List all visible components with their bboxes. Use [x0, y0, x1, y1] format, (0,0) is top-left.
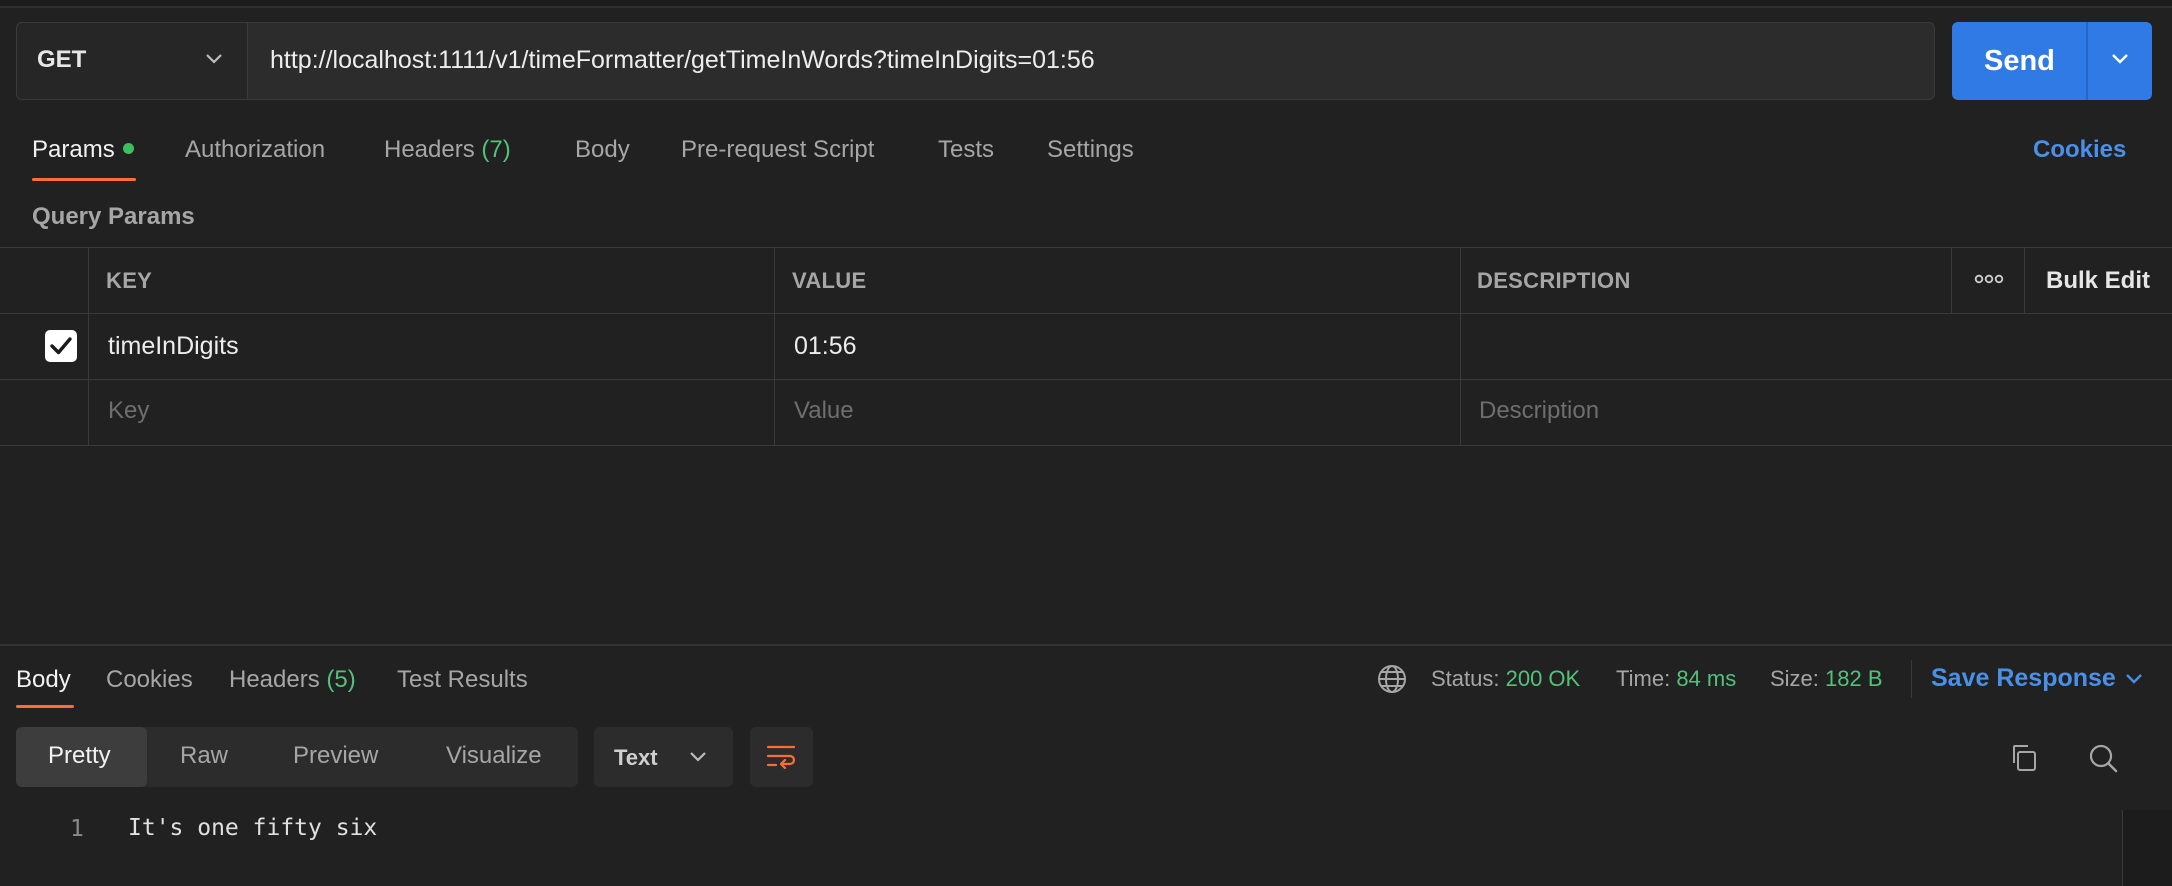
view-mode-visualize[interactable]: Visualize [446, 742, 542, 770]
view-mode-preview[interactable]: Preview [293, 742, 378, 770]
url-text: http://localhost:1111/v1/timeFormatter/g… [270, 46, 1095, 74]
response-pane-divider[interactable] [0, 644, 2172, 646]
table-bottom-border [0, 445, 2172, 446]
status-divider [1911, 660, 1912, 698]
checkmark-icon [50, 337, 72, 355]
view-mode-pretty[interactable]: Pretty [48, 742, 111, 770]
send-button-label: Send [1984, 45, 2055, 77]
tab-params[interactable]: Params [32, 136, 115, 164]
active-tab-indicator [32, 178, 136, 181]
column-divider [88, 247, 89, 445]
cookies-link[interactable]: Cookies [2033, 136, 2126, 164]
copy-icon[interactable] [2008, 742, 2040, 779]
view-mode-raw[interactable]: Raw [180, 742, 228, 770]
time-indicator: Time: 84 ms [1616, 666, 1736, 692]
format-select-label: Text [614, 745, 658, 770]
size-indicator: Size: 182 B [1770, 666, 1883, 692]
time-value: 84 ms [1676, 666, 1737, 691]
response-body-line: It's one fifty six [128, 815, 378, 841]
more-horizontal-icon[interactable] [1974, 272, 2004, 291]
table-row-border [0, 379, 2172, 380]
globe-icon[interactable] [1376, 663, 1408, 700]
save-response-button[interactable]: Save Response [1931, 664, 2116, 693]
chevron-down-icon [2110, 52, 2130, 71]
tab-authorization[interactable]: Authorization [185, 136, 325, 164]
size-value: 182 B [1825, 666, 1883, 691]
method-label: GET [37, 46, 87, 73]
query-params-title: Query Params [32, 203, 195, 230]
response-tab-body[interactable]: Body [16, 666, 71, 694]
column-divider [774, 247, 775, 445]
param-value-cell[interactable]: 01:56 [794, 332, 857, 361]
new-description-input[interactable]: Description [1479, 397, 1599, 425]
size-label: Size: [1770, 666, 1819, 691]
tab-body[interactable]: Body [575, 136, 630, 164]
column-header-description: DESCRIPTION [1477, 268, 1631, 293]
wrap-lines-icon [764, 742, 798, 777]
param-enabled-checkbox[interactable] [45, 330, 77, 362]
table-header-border [0, 313, 2172, 314]
window-top-strip [0, 0, 2172, 8]
status-label: Status: [1431, 666, 1500, 691]
chevron-down-icon[interactable] [2124, 672, 2144, 691]
response-tab-headers[interactable]: Headers (5) [229, 666, 356, 694]
bulk-edit-button[interactable]: Bulk Edit [2046, 267, 2150, 295]
chevron-down-icon [688, 750, 708, 769]
column-divider [2024, 247, 2025, 313]
line-number: 1 [70, 816, 84, 842]
response-active-tab-indicator [16, 705, 74, 708]
response-tab-headers-label: Headers [229, 666, 320, 693]
search-icon[interactable] [2087, 742, 2119, 779]
time-label: Time: [1616, 666, 1671, 691]
params-active-dot [123, 143, 134, 154]
column-header-key: KEY [106, 268, 153, 293]
chevron-down-icon [204, 52, 224, 71]
headers-count: (7) [481, 136, 511, 163]
response-tab-cookies[interactable]: Cookies [106, 666, 193, 694]
response-headers-count: (5) [326, 666, 356, 693]
new-key-input[interactable]: Key [108, 397, 149, 425]
new-value-input[interactable]: Value [794, 397, 854, 425]
param-key-cell[interactable]: timeInDigits [108, 332, 239, 361]
tab-headers-label: Headers [384, 136, 475, 163]
response-scrollbar[interactable] [2122, 810, 2172, 886]
column-divider [1951, 247, 1952, 313]
tab-headers[interactable]: Headers (7) [384, 136, 511, 164]
tab-tests[interactable]: Tests [938, 136, 994, 164]
column-divider [1460, 247, 1461, 445]
status-indicator: Status: 200 OK [1431, 666, 1580, 692]
response-tab-test-results[interactable]: Test Results [397, 666, 528, 694]
status-value: 200 OK [1505, 666, 1581, 691]
tab-settings[interactable]: Settings [1047, 136, 1134, 164]
table-top-border [0, 247, 2172, 248]
column-header-value: VALUE [792, 268, 867, 293]
tab-pre-request-script[interactable]: Pre-request Script [681, 136, 874, 164]
